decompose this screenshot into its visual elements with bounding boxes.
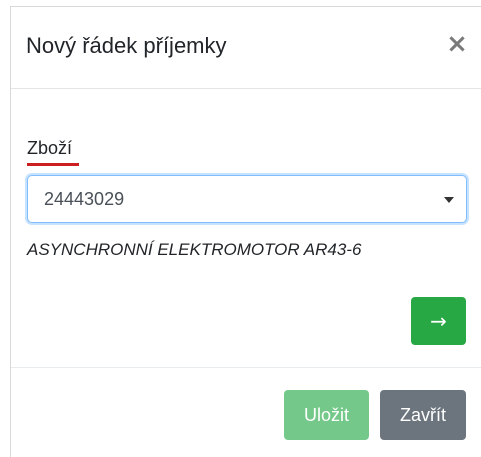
close-button[interactable]: Zavřít [380, 390, 466, 440]
product-select[interactable]: 24443029 [27, 175, 467, 223]
arrow-right-icon[interactable]: → [411, 297, 466, 345]
save-button[interactable]: Uložit [284, 390, 369, 440]
product-label: Zboží [27, 138, 73, 158]
dialog-title: Nový řádek příjemky [26, 33, 227, 58]
close-icon[interactable]: × [442, 27, 472, 61]
caret-down-icon [444, 197, 454, 203]
receipt-line-dialog: Nový řádek příjemky × Zboží 24443029 ASY… [10, 6, 481, 457]
product-description: ASYNCHRONNÍ ELEKTROMOTOR AR43-6 [27, 240, 362, 259]
product-select-value: 24443029 [44, 189, 125, 209]
footer-divider [11, 367, 481, 368]
dialog-header: Nový řádek příjemky × [11, 7, 481, 89]
label-underline [27, 163, 79, 166]
